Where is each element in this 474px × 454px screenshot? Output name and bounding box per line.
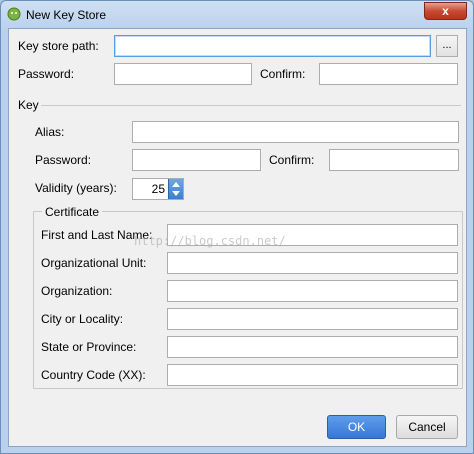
dialog-body: Key store path: ... Password: Confirm: K… <box>8 28 467 447</box>
key-store-path-label: Key store path: <box>18 39 99 53</box>
validity-label: Validity (years): <box>35 181 117 195</box>
certificate-group-label: Certificate <box>42 205 103 219</box>
organizational-unit-input[interactable] <box>167 252 458 274</box>
spinner-up-arrow-icon[interactable] <box>172 182 180 187</box>
key-confirm-label: Confirm: <box>269 153 315 167</box>
country-code-label: Country Code (XX): <box>41 368 146 382</box>
keystore-confirm-input[interactable] <box>319 63 458 85</box>
first-last-name-label: First and Last Name: <box>41 228 153 242</box>
title-bar[interactable]: New Key Store x <box>1 1 473 28</box>
country-code-input[interactable] <box>167 364 458 386</box>
close-button[interactable]: x <box>424 2 467 20</box>
organization-label: Organization: <box>41 284 113 298</box>
key-store-path-input[interactable] <box>114 35 431 57</box>
state-province-label: State or Province: <box>41 340 137 354</box>
keystore-password-label: Password: <box>18 67 75 81</box>
window-title: New Key Store <box>26 8 107 22</box>
alias-label: Alias: <box>35 125 65 139</box>
key-password-input[interactable] <box>132 149 261 171</box>
city-locality-input[interactable] <box>167 308 458 330</box>
key-group-label: Key <box>18 98 39 112</box>
ok-button[interactable]: OK <box>327 415 386 439</box>
validity-spinner[interactable]: 25 <box>132 178 184 200</box>
spinner-down-arrow-icon[interactable] <box>172 191 180 196</box>
first-last-name-input[interactable] <box>167 224 458 246</box>
validity-value: 25 <box>151 182 165 196</box>
spinner-buttons[interactable] <box>168 179 183 199</box>
browse-button[interactable]: ... <box>436 35 458 57</box>
key-group-divider <box>41 105 461 106</box>
cancel-button[interactable]: Cancel <box>396 415 458 439</box>
new-key-store-dialog: New Key Store x Key store path: ... Pass… <box>0 0 474 454</box>
organizational-unit-label: Organizational Unit: <box>41 256 147 270</box>
key-confirm-input[interactable] <box>329 149 459 171</box>
city-locality-label: City or Locality: <box>41 312 124 326</box>
key-password-label: Password: <box>35 153 92 167</box>
keystore-confirm-label: Confirm: <box>260 67 306 81</box>
organization-input[interactable] <box>167 280 458 302</box>
android-studio-icon <box>7 7 21 21</box>
state-province-input[interactable] <box>167 336 458 358</box>
alias-input[interactable] <box>132 121 459 143</box>
keystore-password-input[interactable] <box>114 63 252 85</box>
